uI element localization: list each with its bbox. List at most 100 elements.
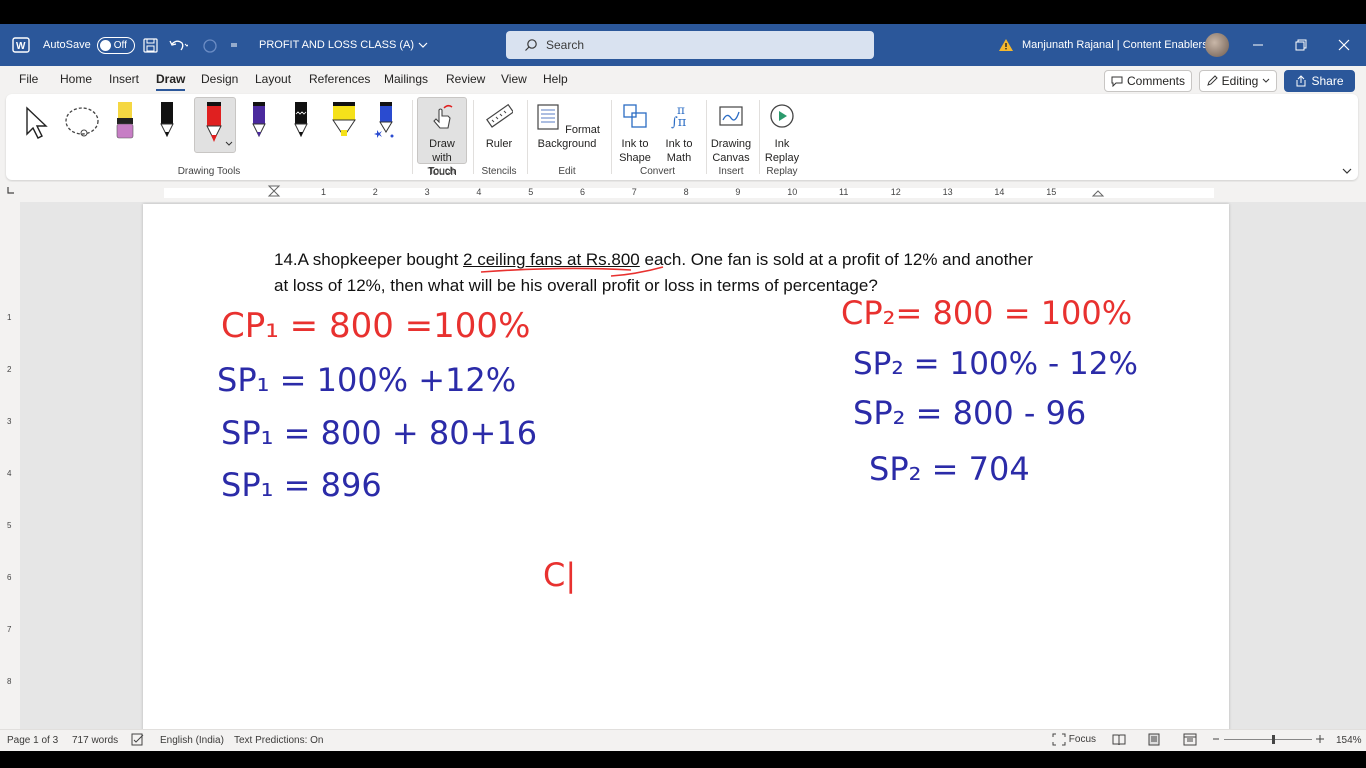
zoom-level[interactable]: 154% [1336,735,1362,746]
ribbon-tabs: File Home Insert Draw Design Layout Refe… [0,66,1366,94]
group-label-stencils: Stencils [481,166,517,177]
select-tool[interactable] [24,106,50,145]
lasso-select-tool[interactable] [64,106,102,145]
page-count[interactable]: Page 1 of 3 [7,735,58,746]
editing-mode-button[interactable]: Editing [1199,70,1277,92]
undo-icon[interactable] [168,24,188,66]
language-status[interactable]: English (India) [160,735,224,746]
vertical-ruler[interactable]: 123456789 [0,202,20,738]
highlighter-pen-yellow[interactable] [114,100,136,145]
autosave-control[interactable]: AutoSave Off [43,24,135,66]
pen-black-pattern[interactable] [290,100,312,145]
tab-file[interactable]: File [19,72,38,86]
collapse-ribbon-chevron-icon[interactable] [1342,162,1352,180]
tab-view[interactable]: View [501,72,527,86]
word-window: W AutoSave Off PROFIT AND LOSS CLASS (A)… [0,24,1366,751]
restore-icon[interactable] [1295,24,1307,66]
vertical-ruler-number: 3 [7,417,12,426]
document-title[interactable]: PROFIT AND LOSS CLASS (A) [259,24,428,66]
ink-underline [480,267,632,273]
share-button[interactable]: Share [1284,70,1355,92]
ink-to-math-icon: π∫π [671,103,687,130]
ink-left-line-2: SP₁ = 100% +12% [217,361,516,399]
word-app-icon[interactable]: W [12,24,30,66]
tab-insert[interactable]: Insert [109,72,139,86]
ink-right-line-3: SP₂ = 800 - 96 [853,394,1086,432]
read-mode-icon[interactable] [1112,733,1126,749]
document-title-text: PROFIT AND LOSS CLASS (A) [259,39,415,51]
avatar[interactable] [1205,24,1229,66]
search-box[interactable]: Search [506,31,874,59]
ink-to-math-label: Ink to Math [665,138,693,164]
separator [706,100,707,174]
word-count[interactable]: 717 words [72,735,118,746]
tab-draw[interactable]: Draw [156,72,186,91]
highlighter-icon [332,102,356,136]
touch-hand-icon [433,104,453,129]
ink-middle: C| [543,556,576,594]
account-name[interactable]: Manjunath Rajanal | Content Enablers [1022,24,1208,66]
pen-purple[interactable] [248,100,270,145]
format-background-button[interactable]: Format Background [531,98,603,151]
ink-replay-button[interactable]: Ink Replay [762,98,802,165]
search-icon [525,39,537,51]
group-label-replay: Replay [766,166,798,177]
group-label-drawing-tools: Drawing Tools [177,166,241,177]
zoom-slider[interactable] [1212,733,1328,749]
redo-icon[interactable] [202,24,218,66]
pen-icon [252,102,266,138]
web-layout-icon[interactable] [1183,733,1197,749]
group-label-edit: Edit [558,166,576,177]
draw-with-touch-button[interactable]: Draw with Touch [417,97,467,178]
tab-review[interactable]: Review [446,72,485,86]
ruler-number: 1 [321,187,327,197]
comments-button[interactable]: Comments [1104,70,1192,92]
vertical-ruler-number: 2 [7,365,12,374]
drawing-canvas-button[interactable]: Drawing Canvas [708,98,754,165]
close-icon[interactable] [1338,24,1350,66]
ink-to-shape-button[interactable]: Ink to Shape [616,98,654,165]
pen-icon [206,102,233,146]
ink-to-shape-icon [623,104,647,128]
user-avatar-image [1205,33,1229,57]
customize-toolbar-icon[interactable] [230,24,238,66]
ink-to-math-button[interactable]: π ∫π Ink to Math [659,98,699,165]
ruler-number: 11 [839,187,849,197]
tab-layout[interactable]: Layout [255,72,291,86]
autosave-label: AutoSave [43,39,91,51]
highlighter-yellow[interactable] [330,100,358,145]
ruler-number: 9 [735,187,741,197]
document-page[interactable]: 14.A shopkeeper bought 2 ceiling fans at… [143,204,1229,744]
chevron-down-icon [1262,78,1270,83]
horizontal-ruler[interactable]: 1 2 3 4 5 6 7 8 9 10 11 12 13 14 15 [0,182,1366,202]
text-predictions-status[interactable]: Text Predictions: On [234,735,323,746]
group-label-touch: Touch [428,166,456,177]
pen-galaxy-blue[interactable] [374,100,398,145]
svg-text:W: W [16,41,26,52]
drawing-canvas-icon [719,106,743,126]
tab-mailings[interactable]: Mailings [384,72,428,86]
ruler-button[interactable]: Ruler [476,98,522,151]
save-icon[interactable] [143,24,158,66]
document-canvas[interactable]: 14.A shopkeeper bought 2 ceiling fans at… [20,202,1366,744]
title-bar: W AutoSave Off PROFIT AND LOSS CLASS (A)… [0,24,1366,66]
search-placeholder: Search [546,38,585,52]
minimize-icon[interactable] [1252,24,1264,66]
ruler-number: 10 [787,187,798,197]
focus-mode-button[interactable]: Focus [1052,733,1096,746]
autosave-toggle[interactable]: Off [96,36,135,54]
share-label: Share [1311,74,1344,88]
tab-design[interactable]: Design [201,72,238,86]
proofing-icon[interactable] [131,733,145,749]
user-name: Manjunath Rajanal | Content Enablers [1022,39,1208,51]
chevron-down-icon [418,42,428,48]
tab-home[interactable]: Home [60,72,92,86]
warning-icon[interactable] [998,24,1014,66]
tab-help[interactable]: Help [543,72,568,86]
tab-references[interactable]: References [309,72,370,86]
pen-red-selected[interactable] [194,97,236,153]
ruler-number: 8 [683,187,689,197]
print-layout-icon[interactable] [1147,733,1161,749]
ruler-number: 5 [528,187,534,197]
pen-black[interactable] [156,100,178,145]
